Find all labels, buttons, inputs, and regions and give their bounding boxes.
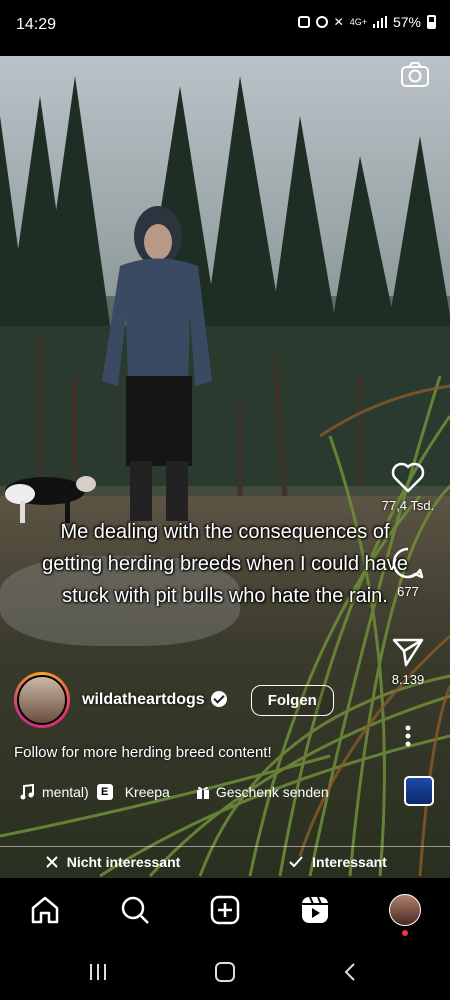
recent-apps-icon[interactable] bbox=[88, 962, 108, 982]
create-icon[interactable] bbox=[209, 894, 241, 926]
interested-button[interactable]: Interessant bbox=[225, 847, 450, 877]
author-avatar[interactable] bbox=[14, 672, 70, 728]
profile-tab[interactable] bbox=[389, 894, 421, 936]
not-interested-button[interactable]: Nicht interessant bbox=[0, 847, 225, 877]
comment-icon bbox=[392, 547, 424, 579]
network-type: 4G+ bbox=[349, 17, 367, 27]
comment-count: 677 bbox=[397, 584, 419, 599]
bottom-navigation bbox=[0, 878, 450, 944]
like-count: 77,4 Tsd. bbox=[381, 498, 435, 513]
battery-icon bbox=[427, 15, 436, 29]
video-caption: Me dealing with the consequences of gett… bbox=[20, 516, 430, 612]
music-info[interactable]: mental) E Kreepa Geschenk senden bbox=[20, 784, 329, 800]
notification-icon bbox=[297, 16, 310, 28]
close-icon bbox=[45, 856, 58, 868]
status-time: 14:29 bbox=[16, 16, 57, 33]
music-title: mental) bbox=[42, 784, 89, 800]
follow-button[interactable]: Folgen bbox=[250, 684, 334, 716]
alarm-icon bbox=[315, 16, 328, 28]
more-icon bbox=[405, 725, 411, 747]
signal-icon bbox=[372, 16, 387, 28]
post-author: wildatheartdogs Folgen bbox=[14, 672, 334, 728]
author-username[interactable]: wildatheartdogs bbox=[82, 691, 227, 709]
caption-line: Me dealing with the consequences of bbox=[60, 521, 390, 543]
caption-line: stuck with pit bulls who hate the rain. bbox=[62, 585, 388, 607]
home-button-icon[interactable] bbox=[214, 962, 236, 982]
interested-label: Interessant bbox=[312, 854, 387, 870]
share-icon bbox=[392, 638, 424, 667]
caption-line: getting herding breeds when I could have bbox=[42, 553, 408, 575]
music-icon bbox=[20, 784, 34, 800]
search-icon[interactable] bbox=[119, 894, 151, 926]
profile-avatar bbox=[389, 894, 421, 926]
feedback-bar: Nicht interessant Interessant bbox=[0, 846, 450, 877]
status-icons: ✕ 4G+ 57% bbox=[297, 14, 436, 30]
verified-badge-icon bbox=[210, 691, 227, 707]
home-icon[interactable] bbox=[29, 894, 61, 926]
reels-icon[interactable] bbox=[299, 894, 331, 926]
system-navigation bbox=[0, 944, 450, 1000]
username-text: wildatheartdogs bbox=[82, 691, 205, 708]
notification-dot bbox=[402, 930, 408, 936]
share-count: 8.139 bbox=[391, 672, 425, 687]
gift-label: Geschenk senden bbox=[215, 784, 329, 800]
like-button[interactable]: 77,4 Tsd. bbox=[378, 462, 438, 513]
music-artist: Kreepa bbox=[124, 784, 170, 800]
gift-icon bbox=[196, 786, 209, 799]
share-button[interactable]: 8.139 bbox=[378, 636, 438, 687]
not-interested-label: Nicht interessant bbox=[66, 854, 181, 870]
post-description[interactable]: Follow for more herding breed content! bbox=[14, 744, 272, 761]
comment-button[interactable]: 677 bbox=[378, 546, 438, 599]
reel-video[interactable]: Me dealing with the consequences of gett… bbox=[0, 56, 450, 878]
send-gift-button[interactable]: Geschenk senden bbox=[196, 784, 329, 800]
check-icon bbox=[289, 856, 303, 868]
camera-icon[interactable] bbox=[400, 62, 430, 88]
avatar bbox=[17, 675, 67, 725]
battery-percent: 57% bbox=[392, 14, 421, 30]
audio-thumbnail[interactable] bbox=[404, 776, 434, 806]
more-options-button[interactable] bbox=[378, 724, 438, 752]
status-bar: 14:29 ✕ 4G+ 57% bbox=[0, 0, 450, 56]
mute-icon: ✕ bbox=[333, 15, 344, 29]
back-icon[interactable] bbox=[342, 962, 358, 982]
heart-icon bbox=[391, 462, 425, 493]
explicit-badge: E bbox=[96, 784, 113, 800]
